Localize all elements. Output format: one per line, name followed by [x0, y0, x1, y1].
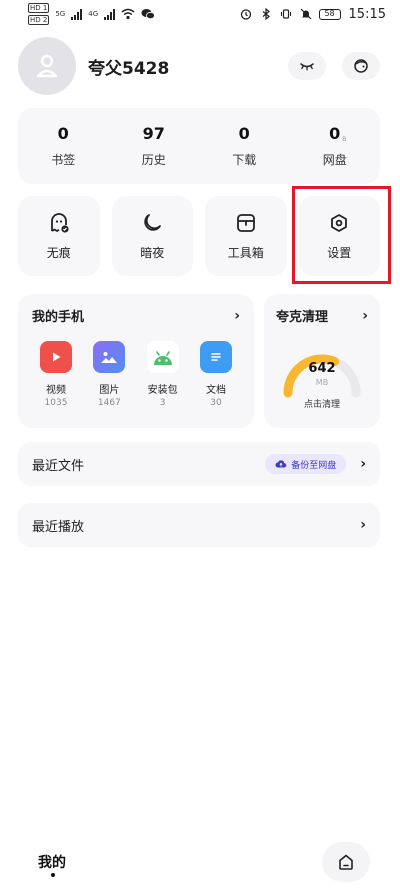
sim-badges: HD 1 HD 2	[28, 3, 50, 25]
tool-toolbox[interactable]: 工具箱	[205, 196, 287, 276]
item-label: 安装包	[147, 385, 178, 396]
status-bar: HD 1 HD 2 5G 4G 58 15:15	[0, 0, 400, 28]
stat-label: 历史	[141, 153, 166, 167]
tool-settings[interactable]: 设置	[298, 196, 380, 276]
item-label: 文档	[205, 385, 226, 396]
cloud-upload-icon	[275, 460, 287, 468]
backup-to-cloud-button[interactable]: 备份至网盘	[265, 454, 347, 474]
stat-value: 0	[238, 124, 250, 143]
alarm-icon	[239, 8, 253, 20]
settings-icon	[331, 213, 348, 232]
phone-item-documents[interactable]: 文档 30	[194, 341, 238, 408]
sim1-badge: HD 1	[28, 3, 50, 13]
eye-toggle-button[interactable]	[288, 52, 326, 80]
recent-play-row[interactable]: 最近播放 ›	[18, 503, 380, 547]
card-title: 夸克清理	[276, 310, 329, 325]
mute-icon	[299, 8, 313, 20]
wechat-icon	[141, 8, 156, 20]
stat-value: 0B	[329, 124, 346, 143]
phone-items: 视频 1035 图片 1467 安装包 3 文档 30	[32, 341, 240, 408]
stat-value: 97	[142, 124, 165, 143]
avatar[interactable]	[18, 37, 76, 95]
phone-item-images[interactable]: 图片 1467	[87, 341, 131, 408]
wifi-icon	[121, 8, 135, 20]
face-icon	[354, 59, 368, 73]
document-icon	[199, 341, 232, 373]
item-label: 图片	[99, 385, 120, 396]
stat-label: 书签	[51, 153, 76, 167]
row-title: 最近文件	[32, 458, 85, 474]
video-icon	[40, 341, 72, 373]
bluetooth-icon	[259, 8, 273, 20]
sim2-badge: HD 2	[28, 15, 50, 25]
status-left: HD 1 HD 2 5G 4G	[28, 3, 156, 25]
nav-tab-mine[interactable]: 我的	[38, 852, 66, 872]
signal-icon-2	[104, 8, 116, 20]
android-icon	[146, 341, 179, 373]
clock: 15:15	[348, 6, 386, 22]
phone-item-apk[interactable]: 安装包 3	[141, 341, 185, 408]
tool-night-mode[interactable]: 暗夜	[111, 196, 193, 276]
stat-value: 0	[57, 124, 69, 143]
my-phone-card[interactable]: 我的手机 › 视频 1035 图片 1467 安装包 3 文档 30	[18, 294, 254, 428]
chevron-right-icon[interactable]: ›	[234, 308, 240, 324]
stat-bookmarks[interactable]: 0 书签	[18, 124, 109, 168]
network-type-1: 5G	[55, 10, 66, 18]
vibrate-icon	[279, 8, 293, 20]
row-title: 最近播放	[32, 519, 85, 535]
item-count: 30	[210, 398, 222, 408]
network-type-2: 4G	[88, 10, 99, 18]
chevron-right-icon[interactable]: ›	[362, 308, 368, 324]
home-button[interactable]	[322, 842, 370, 882]
skin-button[interactable]	[342, 52, 380, 80]
tool-incognito[interactable]: 无痕	[18, 196, 100, 276]
status-right: 58 15:15	[239, 7, 386, 22]
stat-downloads[interactable]: 0 下载	[199, 124, 290, 168]
storage-gauge: 642 MB	[276, 331, 368, 401]
tool-label: 无痕	[46, 245, 71, 260]
card-header: 夸克清理 ›	[276, 306, 368, 326]
tool-label: 暗夜	[140, 245, 165, 260]
tools-row: 无痕 暗夜 工具箱 设置	[18, 196, 380, 276]
user-icon	[36, 54, 58, 78]
item-count: 3	[159, 398, 166, 408]
battery-indicator: 58	[318, 8, 341, 20]
active-indicator	[51, 873, 55, 877]
profile-actions	[288, 52, 380, 80]
ghost-icon	[50, 212, 69, 233]
recent-files-row[interactable]: 最近文件 备份至网盘 ›	[18, 442, 380, 486]
gauge-unit: MB	[315, 378, 329, 387]
chevron-right-icon[interactable]: ›	[360, 517, 366, 533]
card-title: 我的手机	[32, 310, 85, 325]
stat-number: 0	[329, 124, 341, 143]
stat-unit: B	[342, 136, 347, 143]
image-icon	[93, 341, 126, 373]
card-header: 我的手机 ›	[32, 306, 240, 326]
tool-label: 设置	[327, 245, 352, 260]
toolbox-icon	[236, 213, 255, 232]
stat-label: 网盘	[322, 153, 347, 167]
stat-history[interactable]: 97 历史	[109, 124, 200, 168]
signal-icon	[71, 8, 83, 20]
stats-card: 0 书签 97 历史 0 下载 0B 网盘	[18, 108, 380, 184]
item-count: 1035	[44, 398, 68, 408]
bottom-nav: 我的	[0, 838, 400, 888]
stat-label: 下载	[232, 153, 257, 167]
moon-icon	[144, 213, 162, 231]
gauge-value: 642	[308, 361, 336, 376]
profile-header: 夸父5428	[18, 36, 380, 96]
username[interactable]: 夸父5428	[88, 54, 169, 79]
home-icon	[339, 854, 353, 870]
item-label: 视频	[46, 385, 66, 396]
chevron-right-icon[interactable]: ›	[360, 456, 366, 472]
clean-card[interactable]: 夸克清理 › 642 MB 点击清理	[264, 294, 380, 428]
phone-item-video[interactable]: 视频 1035	[34, 341, 78, 408]
closed-eye-icon	[300, 63, 314, 71]
item-count: 1467	[97, 398, 121, 408]
backup-label: 备份至网盘	[291, 460, 337, 471]
stat-cloud-drive[interactable]: 0B 网盘	[290, 124, 381, 168]
tool-label: 工具箱	[227, 245, 264, 260]
